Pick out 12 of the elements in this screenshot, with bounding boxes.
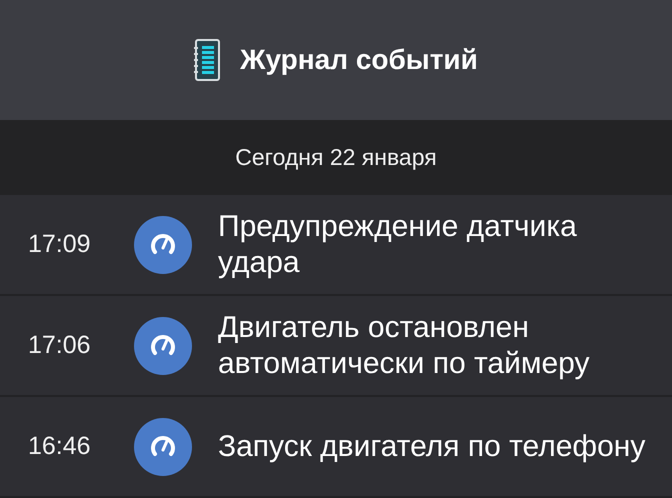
gauge-icon <box>134 418 192 476</box>
event-text: Запуск двигателя по телефону <box>218 428 646 464</box>
event-time: 16:46 <box>27 432 92 461</box>
gauge-icon <box>134 216 192 274</box>
gauge-icon <box>134 316 192 374</box>
date-label: Сегодня 22 января <box>235 144 437 171</box>
event-text: Предупреждение датчика удара <box>218 208 578 280</box>
event-time: 17:06 <box>27 331 92 360</box>
event-text: Двигатель остановлен автоматически по таймеру <box>218 310 590 382</box>
window-title: Журнал событий <box>240 44 478 76</box>
event-time: 17:09 <box>27 230 92 259</box>
notebook-icon <box>194 39 220 81</box>
